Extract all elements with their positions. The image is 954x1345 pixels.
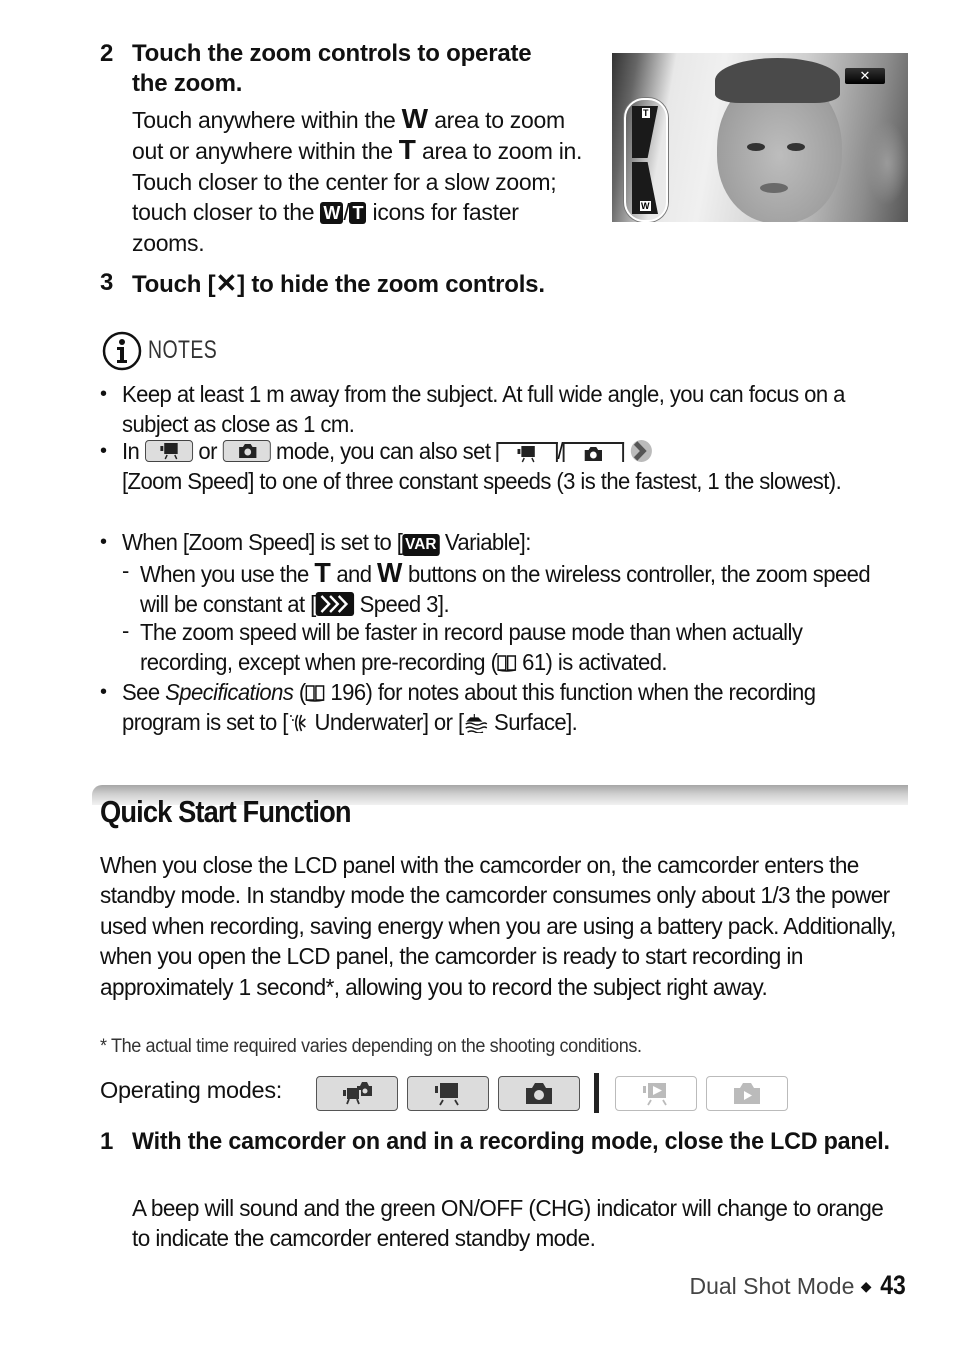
- movie-mode-button: [407, 1076, 489, 1111]
- photo-mode-button: [498, 1076, 580, 1111]
- sub-dash: -: [122, 618, 130, 643]
- hair: [715, 58, 840, 103]
- info-icon: [102, 331, 142, 376]
- bullet: •: [100, 681, 108, 703]
- page-footer: Dual Shot Mode ◆ 43: [689, 1270, 908, 1301]
- bullet: •: [100, 440, 108, 462]
- wide-box-icon: W: [320, 202, 344, 225]
- photo-playback-button: [706, 1076, 788, 1111]
- mode-divider: [594, 1073, 599, 1113]
- photo-menu-icon: [562, 442, 625, 462]
- chevron-right-icon: [630, 439, 653, 463]
- page-number: 43: [880, 1270, 906, 1300]
- movie-mode-icon: [144, 440, 193, 462]
- underwater-icon: [288, 711, 309, 731]
- photo-mode-icon: [222, 440, 271, 462]
- movie-menu-icon: [495, 442, 558, 463]
- dual-shot-mode-button: [316, 1076, 398, 1111]
- step-2-number: 2: [100, 40, 114, 67]
- step-2-body: Touch anywhere within the W area to zoom…: [132, 103, 583, 256]
- tele-icon: T: [398, 134, 416, 166]
- zoom-control[interactable]: T W: [624, 98, 668, 222]
- separator-icon: ◆: [860, 1278, 872, 1294]
- bullet: •: [100, 383, 108, 405]
- tele-box-icon: T: [349, 202, 367, 225]
- camcorder-screen-image: T W ✕: [612, 53, 908, 222]
- tele-icon: T: [314, 557, 331, 588]
- mouth: [760, 183, 788, 193]
- step-1-title: With the camcorder on and in a recording…: [132, 1128, 890, 1155]
- zoom-tele-icon[interactable]: T: [642, 108, 650, 118]
- wide-icon: W: [401, 103, 429, 134]
- step-1-number: 1: [100, 1128, 114, 1155]
- note-subitem: When you use the T and W buttons on the …: [140, 557, 871, 617]
- chapter-name: Dual Shot Mode: [689, 1273, 855, 1299]
- note-item: When [Zoom Speed] is set to [VAR Variabl…: [122, 529, 531, 556]
- step-3-number: 3: [100, 269, 114, 296]
- note-item: See Specifications ( 196) for notes abou…: [122, 679, 816, 735]
- step-1-body: A beep will sound and the green ON/OFF (…: [132, 1195, 884, 1252]
- step-3-title: Touch [✕] to hide the zoom controls.: [132, 268, 545, 298]
- variable-speed-icon: VAR: [402, 534, 440, 556]
- sub-dash: -: [122, 558, 130, 583]
- close-icon: ✕: [215, 268, 238, 298]
- dual-shot-mode-icon: [343, 1082, 372, 1105]
- speed-3-icon: [315, 591, 355, 616]
- book-icon: [497, 650, 517, 672]
- note-subitem: The zoom speed will be faster in record …: [140, 619, 803, 675]
- section-paragraph: When you close the LCD panel with the ca…: [100, 852, 896, 1000]
- movie-playback-button: [615, 1076, 697, 1111]
- eye-right: [787, 143, 805, 151]
- eye-left: [747, 143, 765, 151]
- book-icon: [305, 680, 325, 702]
- movie-playback-icon: [643, 1083, 667, 1106]
- notes-heading: NOTES: [148, 336, 218, 364]
- wide-icon: W: [377, 557, 403, 588]
- close-icon: ✕: [859, 68, 871, 83]
- footnote: * The actual time required varies depend…: [100, 1036, 642, 1057]
- step-2-title: Touch the zoom controls to operate the z…: [132, 40, 532, 97]
- operating-modes-label: Operating modes:: [100, 1077, 282, 1103]
- bullet: •: [100, 531, 108, 553]
- surface-icon: [464, 711, 489, 734]
- movie-mode-icon: [435, 1083, 459, 1106]
- note-item: Keep at least 1 m away from the subject.…: [122, 381, 845, 437]
- photo-playback-icon: [734, 1083, 760, 1104]
- note-item: In or mode, you can also set / [Zoom Spe…: [122, 438, 842, 494]
- section-title: Quick Start Function: [100, 794, 352, 829]
- zoom-wide-icon[interactable]: W: [640, 201, 651, 211]
- photo-mode-icon: [526, 1083, 552, 1104]
- close-zoom-button[interactable]: ✕: [845, 68, 885, 84]
